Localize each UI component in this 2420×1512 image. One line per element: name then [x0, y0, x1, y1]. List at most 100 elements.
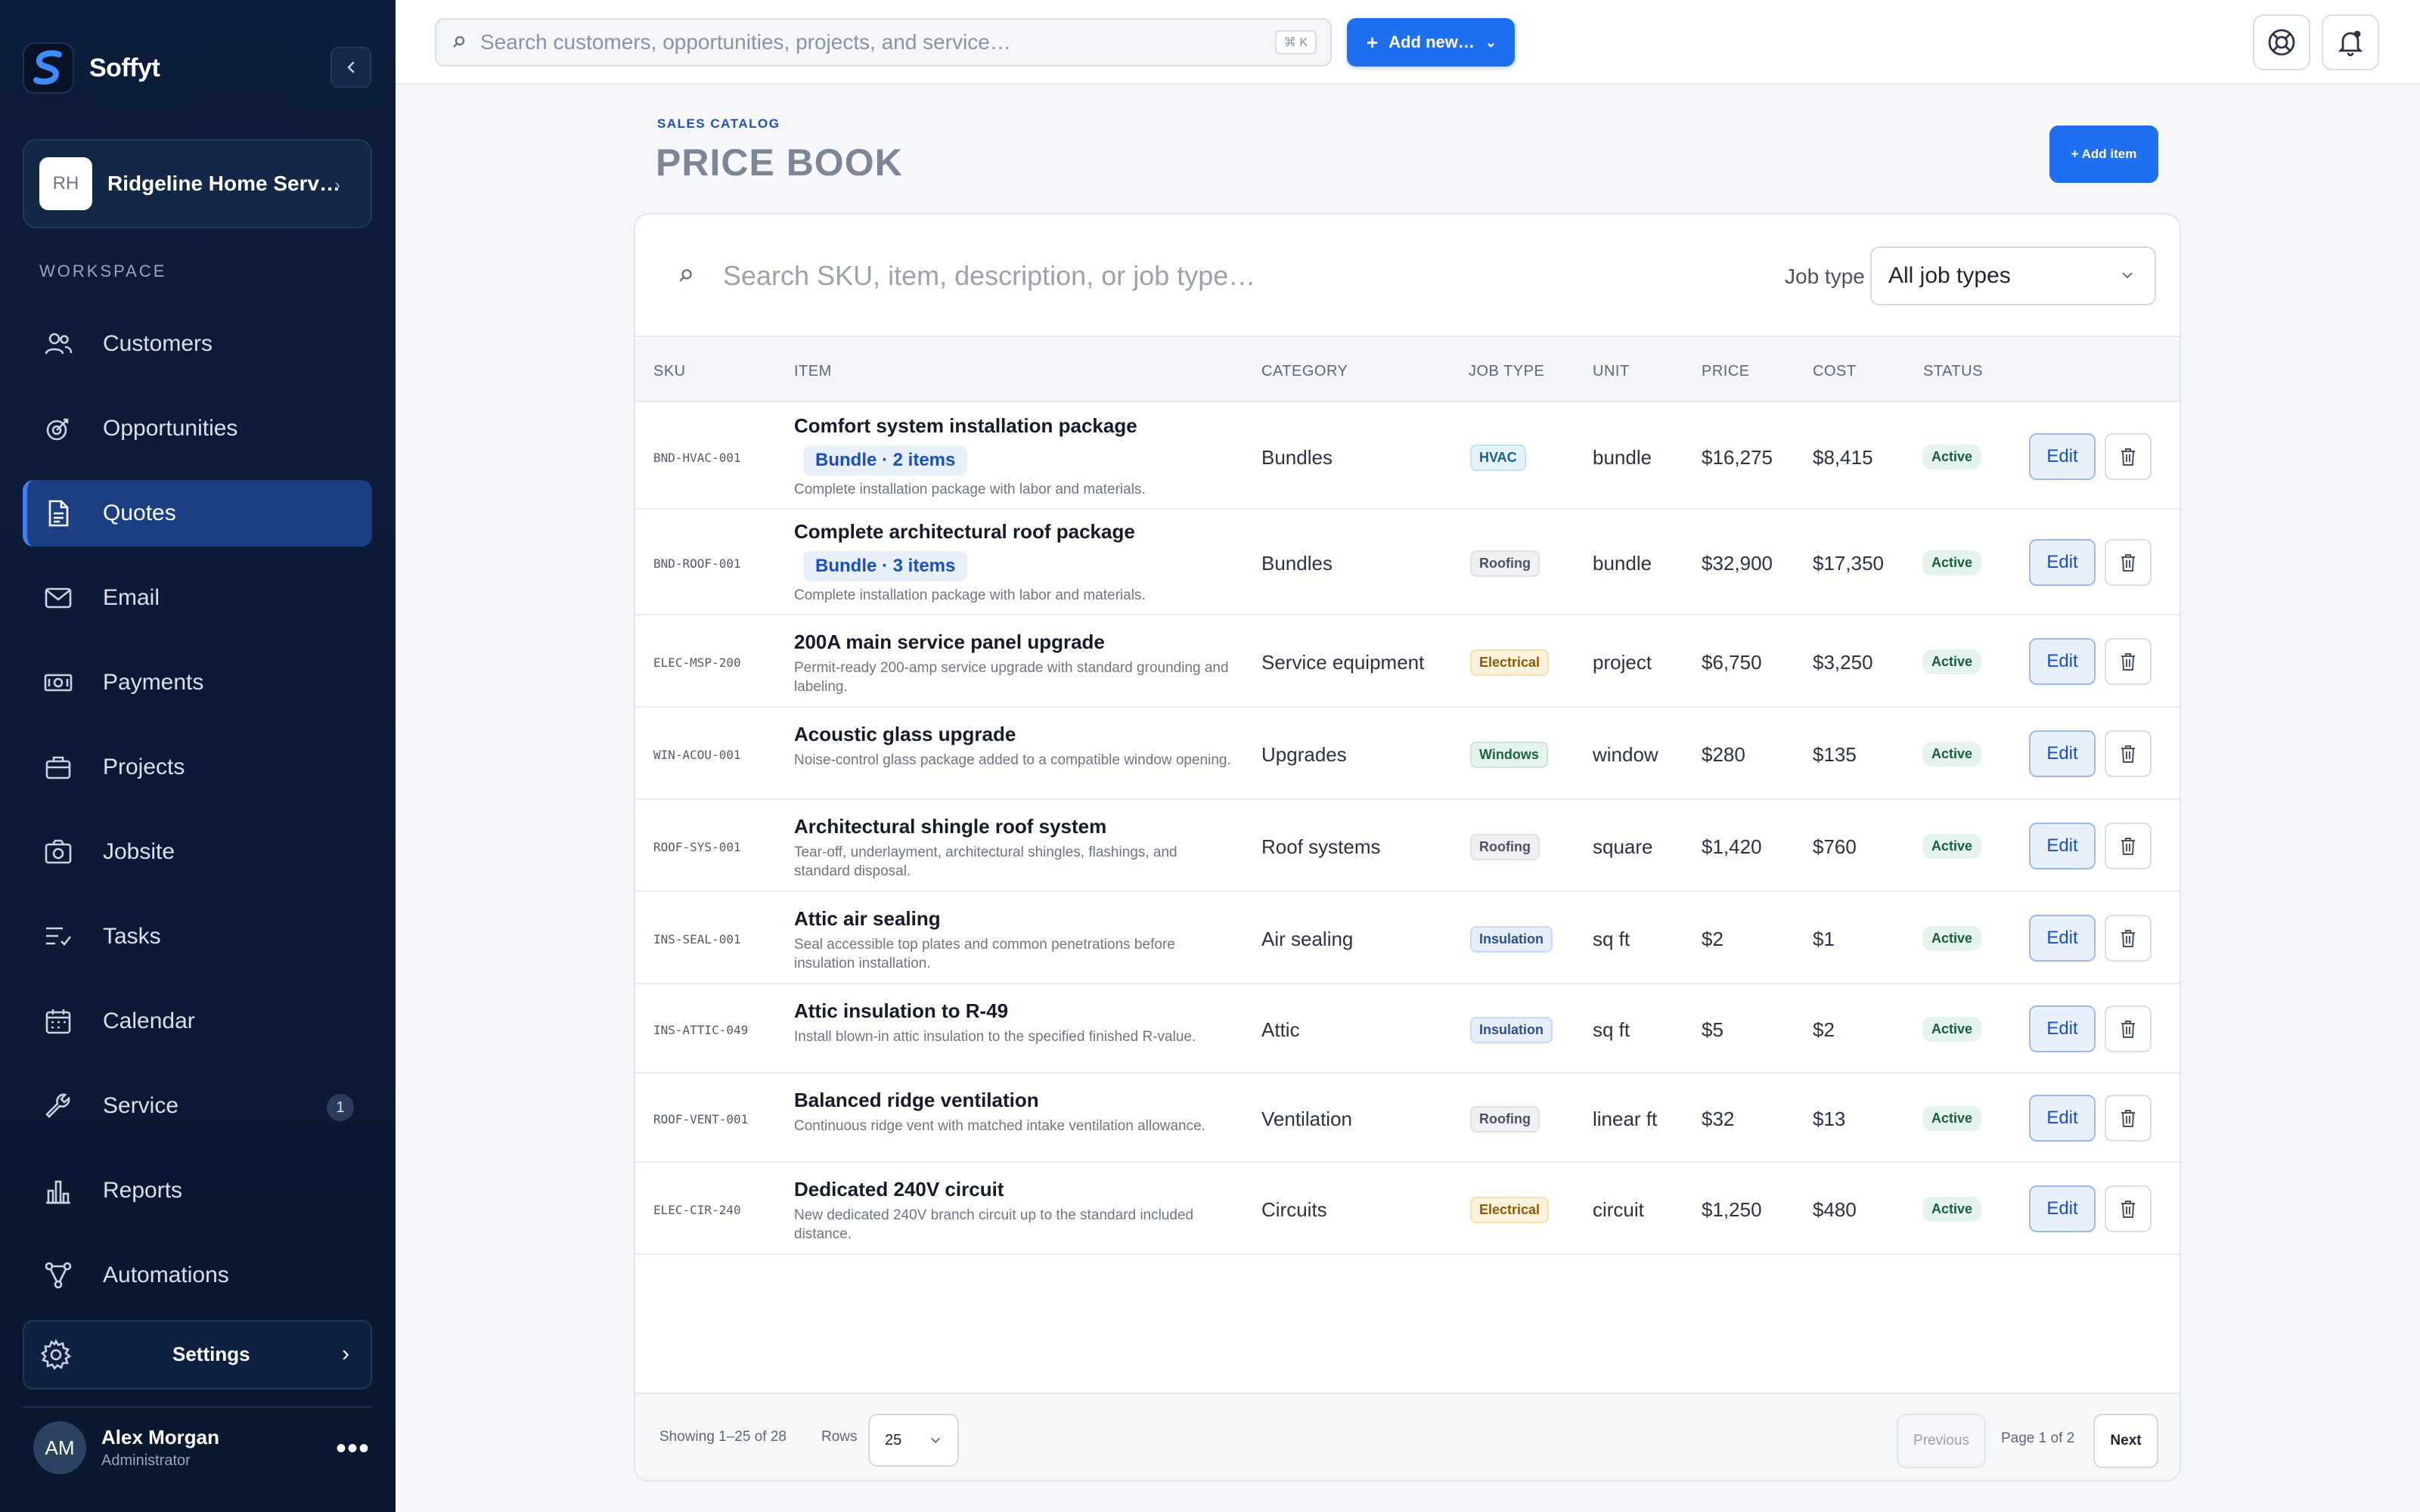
item-description: Noise-control glass package added to a c… — [794, 752, 1231, 768]
status-badge: Active — [1922, 550, 1982, 575]
delete-button[interactable] — [2105, 915, 2152, 962]
organization-switcher[interactable]: RH Ridgeline Home Serv… › — [23, 139, 372, 228]
search-icon — [678, 268, 694, 284]
price-cell: $6,750 — [1702, 651, 1762, 674]
sidebar-item-tasks[interactable]: Tasks — [23, 903, 372, 970]
previous-page-button[interactable]: Previous — [1897, 1414, 1986, 1468]
sidebar-item-jobsite[interactable]: Jobsite — [23, 819, 372, 885]
delete-button[interactable] — [2105, 823, 2152, 869]
table-row: ROOF-VENT-001 Balanced ridge ventilation C… — [635, 1074, 2180, 1163]
sidebar-item-reports[interactable]: Reports — [23, 1157, 372, 1224]
status-badge: Active — [1922, 1197, 1982, 1222]
status-badge: Active — [1922, 834, 1982, 859]
delete-button[interactable] — [2105, 1185, 2152, 1232]
settings-button[interactable]: Settings › — [23, 1320, 372, 1390]
collapse-sidebar-button[interactable] — [330, 47, 371, 88]
brand-name: Soffyt — [89, 53, 160, 82]
sidebar-item-service[interactable]: Service 1 — [23, 1073, 372, 1139]
global-search-input[interactable]: Search customers, opportunities, project… — [435, 18, 1332, 67]
delete-button[interactable] — [2105, 1095, 2152, 1142]
unit-cell: sq ft — [1593, 928, 1630, 950]
unit-cell: sq ft — [1593, 1018, 1630, 1041]
item-name: Acoustic glass upgrade — [794, 723, 1016, 745]
category-cell: Upgrades — [1261, 743, 1347, 766]
sidebar-item-email[interactable]: Email — [23, 565, 372, 631]
mail-icon — [42, 582, 74, 614]
sidebar-nav: Customers Opportunities Quotes Email Pay… — [23, 311, 372, 1327]
brand[interactable]: Soffyt — [23, 42, 160, 94]
edit-button[interactable]: Edit — [2029, 1095, 2096, 1142]
bundle-badge: Bundle · 3 items — [803, 551, 968, 581]
column-header-sku[interactable]: SKU — [653, 363, 686, 380]
bundle-badge: Bundle · 2 items — [803, 445, 968, 476]
column-header-category[interactable]: CATEGORY — [1261, 363, 1348, 380]
sidebar-item-automations[interactable]: Automations — [23, 1242, 372, 1309]
column-header-status[interactable]: STATUS — [1923, 363, 1983, 380]
unit-cell: bundle — [1593, 446, 1652, 469]
notifications-button[interactable] — [2322, 14, 2379, 70]
next-page-button[interactable]: Next — [2093, 1414, 2158, 1468]
edit-button[interactable]: Edit — [2029, 433, 2096, 480]
sidebar-item-calendar[interactable]: Calendar — [23, 988, 372, 1055]
price-cell: $5 — [1702, 1018, 1723, 1041]
job-type-label: Job type — [1785, 265, 1865, 288]
chevron-right-icon: › — [334, 175, 340, 194]
column-header-cost[interactable]: COST — [1813, 363, 1857, 380]
status-badge: Active — [1922, 445, 1982, 469]
item-description: Complete installation package with labor… — [794, 587, 1146, 603]
edit-button[interactable]: Edit — [2029, 1005, 2096, 1052]
delete-button[interactable] — [2105, 1005, 2152, 1052]
table-footer: Showing 1–25 of 28 Rows 25 Previous Page… — [635, 1393, 2180, 1480]
sidebar-item-payments[interactable]: Payments — [23, 649, 372, 716]
page-info: Page 1 of 2 — [2001, 1430, 2075, 1446]
column-header-price[interactable]: PRICE — [1702, 363, 1750, 380]
sidebar-item-quotes[interactable]: Quotes — [23, 480, 372, 547]
page-title: PRICE BOOK — [656, 141, 903, 184]
rows-per-page-select[interactable]: 25 — [868, 1414, 959, 1467]
global-search-placeholder: Search customers, opportunities, project… — [480, 30, 1011, 54]
delete-button[interactable] — [2105, 539, 2152, 586]
sidebar-item-label: Service — [103, 1093, 179, 1118]
add-new-label: Add new… — [1388, 33, 1475, 51]
job-type-select[interactable]: All job types — [1870, 246, 2156, 305]
briefcase-icon — [42, 751, 74, 783]
sidebar-item-customers[interactable]: Customers — [23, 311, 372, 377]
delete-button[interactable] — [2105, 730, 2152, 777]
results-count: Showing 1–25 of 28 — [659, 1429, 786, 1445]
user-profile[interactable]: AM Alex Morgan Administrator — [33, 1421, 219, 1474]
camera-icon — [42, 836, 74, 868]
add-new-button[interactable]: + Add new… ⌄ — [1347, 18, 1515, 67]
table-row: INS-ATTIC-049 Attic insulation to R-49 Ins… — [635, 984, 2180, 1074]
edit-button[interactable]: Edit — [2029, 915, 2096, 962]
item-cell: Comfort system installation package Bundl… — [794, 414, 1233, 499]
edit-button[interactable]: Edit — [2029, 638, 2096, 685]
delete-button[interactable] — [2105, 433, 2152, 480]
column-header-unit[interactable]: UNIT — [1593, 363, 1630, 380]
edit-button[interactable]: Edit — [2029, 1185, 2096, 1232]
sidebar-item-opportunities[interactable]: Opportunities — [23, 395, 372, 462]
sku-cell: ROOF-SYS-001 — [653, 840, 741, 854]
edit-button[interactable]: Edit — [2029, 730, 2096, 777]
item-name: Dedicated 240V circuit — [794, 1178, 1004, 1201]
category-cell: Attic — [1261, 1018, 1300, 1041]
page-kicker: SALES CATALOG — [657, 116, 780, 131]
add-item-button[interactable]: + Add item — [2049, 125, 2158, 183]
delete-button[interactable] — [2105, 638, 2152, 685]
org-avatar: RH — [39, 157, 92, 210]
more-options-icon[interactable]: ••• — [336, 1433, 370, 1464]
table-row: ELEC-CIR-240 Dedicated 240V circuit New de… — [635, 1163, 2180, 1255]
column-header-item[interactable]: ITEM — [794, 363, 832, 380]
price-cell: $1,420 — [1702, 835, 1762, 858]
sidebar-item-label: Automations — [103, 1263, 229, 1287]
topbar: Search customers, opportunities, project… — [396, 0, 2420, 85]
column-header-job-type[interactable]: JOB TYPE — [1469, 363, 1544, 380]
help-button[interactable] — [2253, 14, 2310, 70]
unit-cell: bundle — [1593, 552, 1652, 575]
item-description: Tear-off, underlayment, architectural sh… — [794, 844, 1177, 879]
sidebar-item-projects[interactable]: Projects — [23, 734, 372, 801]
catalog-search-input[interactable]: Search SKU, item, description, or job ty… — [723, 260, 1255, 292]
edit-button[interactable]: Edit — [2029, 539, 2096, 586]
edit-button[interactable]: Edit — [2029, 823, 2096, 869]
sku-cell: WIN-ACOU-001 — [653, 748, 741, 762]
job-type-badge: Windows — [1470, 742, 1548, 768]
